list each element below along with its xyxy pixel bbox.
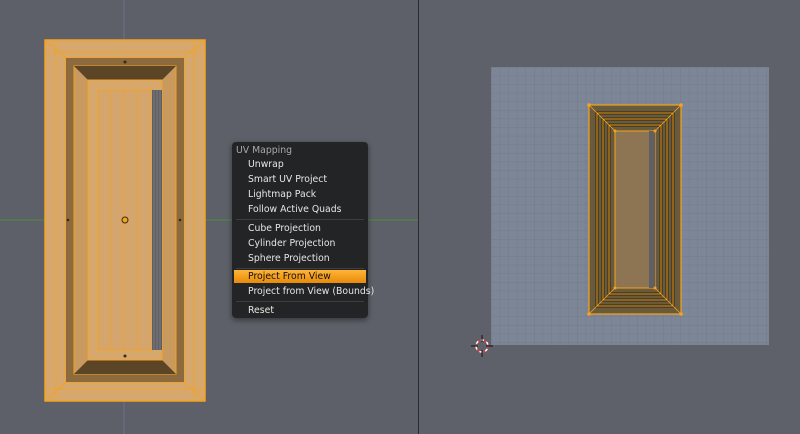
menu-separator (236, 219, 364, 220)
mesh-top-shade (74, 66, 176, 80)
menu-item-cylinder-projection[interactable]: Cylinder Projection (234, 237, 366, 250)
menu-item-reset[interactable]: Reset (234, 304, 366, 317)
uv-island[interactable] (587, 103, 683, 316)
menu-separator (236, 301, 364, 302)
menu-item-cube-projection[interactable]: Cube Projection (234, 222, 366, 235)
vertex-dot (123, 60, 127, 64)
menu-item-follow-active-quads[interactable]: Follow Active Quads (234, 203, 366, 216)
uv-editor-canvas (491, 67, 769, 345)
vertex-dot (123, 354, 127, 358)
menu-title: UV Mapping (236, 145, 293, 156)
menu-item-smart-uv-project[interactable]: Smart UV Project (234, 173, 366, 186)
2d-cursor-icon[interactable] (470, 334, 494, 358)
vertex-dot (178, 218, 182, 222)
uv-mapping-menu[interactable]: UV Mapping Unwrap Smart UV Project Light… (232, 142, 374, 318)
selected-mesh[interactable] (44, 39, 206, 402)
menu-item-sphere-projection[interactable]: Sphere Projection (234, 252, 366, 265)
vertex-dot (66, 218, 70, 222)
uv-editor[interactable] (419, 0, 800, 434)
3d-viewport[interactable]: UV Mapping Unwrap Smart UV Project Light… (0, 0, 418, 434)
menu-item-unwrap[interactable]: Unwrap (234, 158, 366, 171)
uv-strip (649, 131, 655, 288)
menu-item-lightmap-pack[interactable]: Lightmap Pack (234, 188, 366, 201)
menu-item-project-from-view[interactable]: Project From View (234, 270, 366, 283)
mesh-bottom-shade (74, 360, 176, 374)
menu-item-project-from-view-bounds[interactable]: Project from View (Bounds) (234, 285, 374, 298)
menu-separator (236, 268, 364, 269)
object-origin[interactable] (121, 216, 129, 224)
